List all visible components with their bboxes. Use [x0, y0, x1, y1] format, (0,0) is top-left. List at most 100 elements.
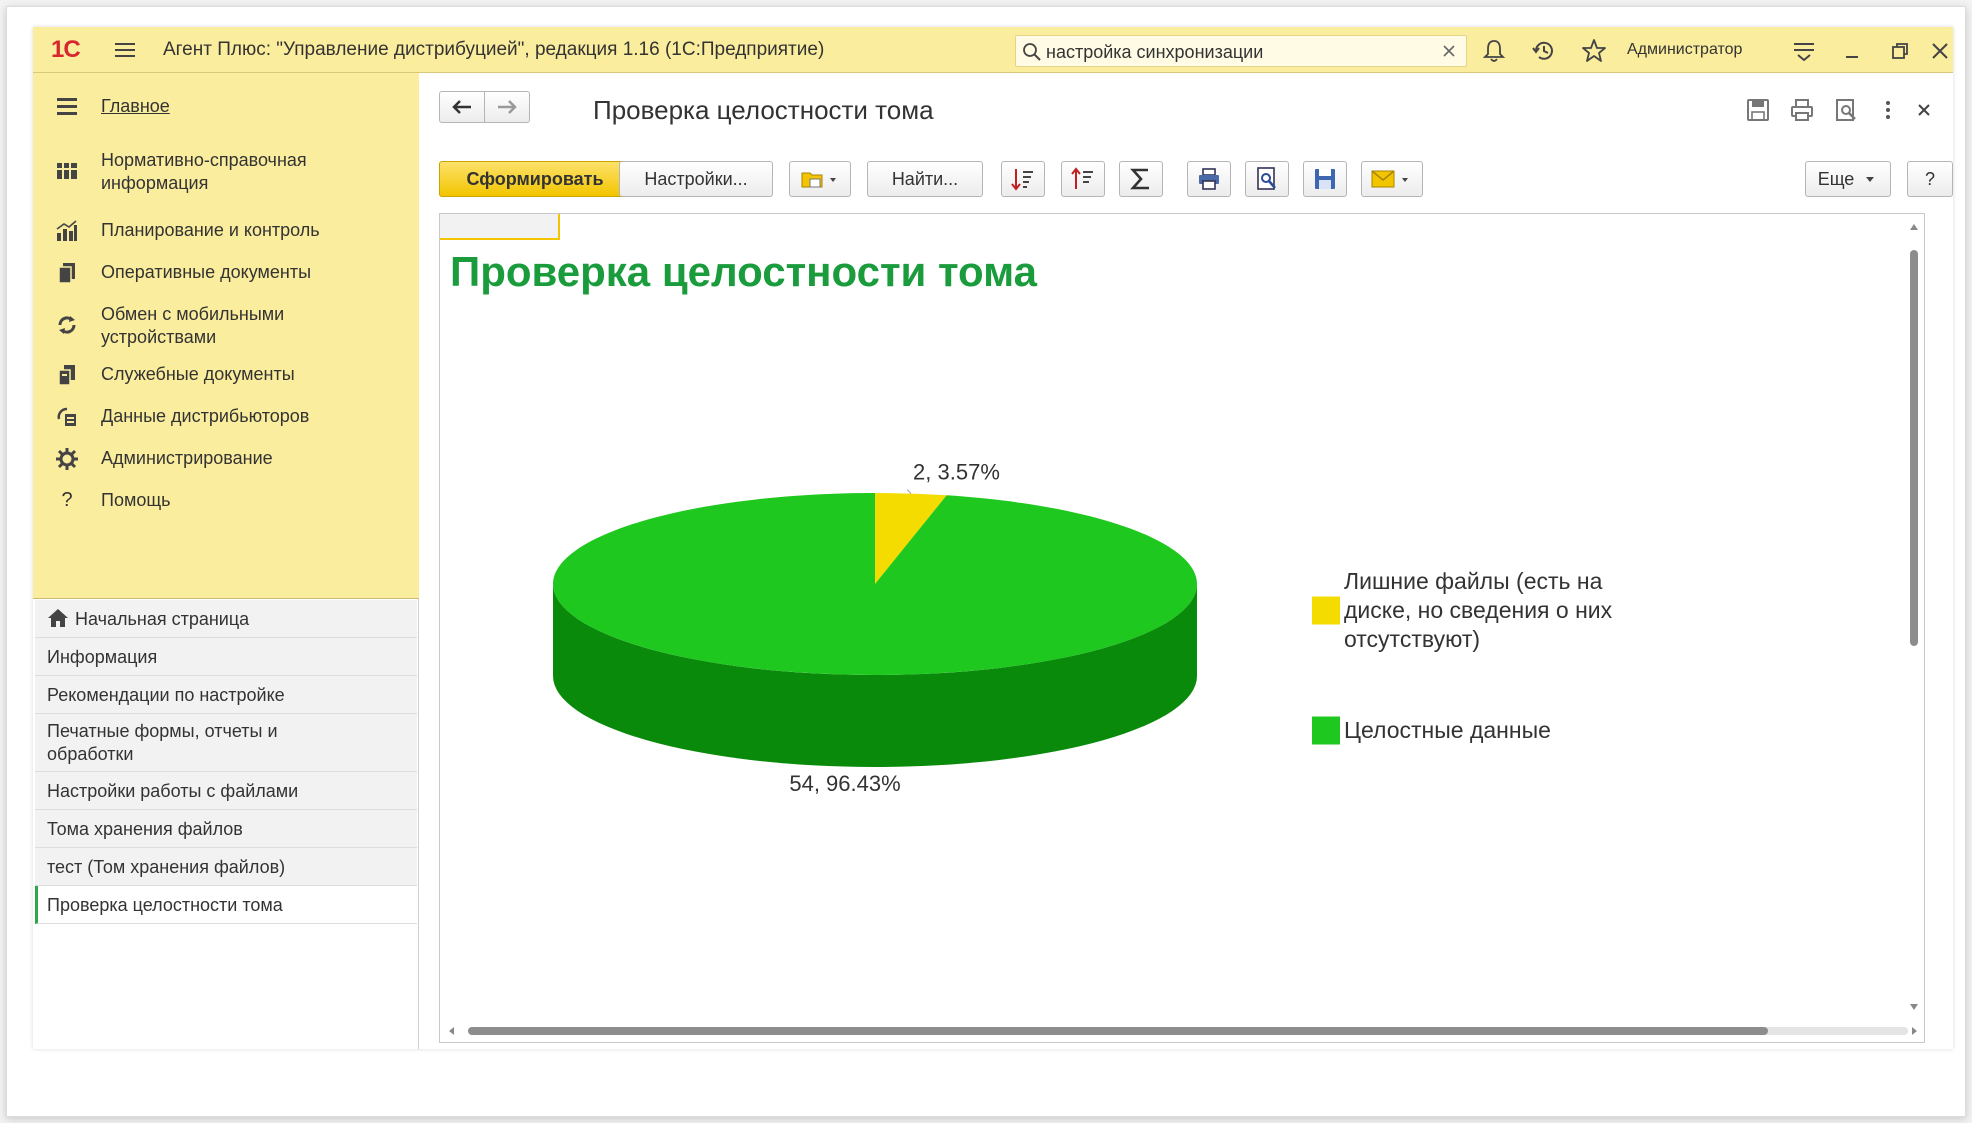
- nav-item-label: Начальная страница: [75, 609, 250, 629]
- more-button-label: Еще: [1817, 168, 1855, 189]
- save-icon[interactable]: [1745, 97, 1771, 123]
- help-button[interactable]: ?: [1907, 161, 1953, 197]
- app-title: Агент Плюс: "Управление дистрибуцией", р…: [163, 39, 825, 60]
- generate-button[interactable]: Сформировать: [439, 161, 631, 197]
- service-docs-icon: [55, 363, 79, 387]
- legend-swatch-0: [1312, 596, 1340, 625]
- nav-item-label: Тома хранения файлов: [47, 819, 243, 839]
- print-icon[interactable]: [1789, 97, 1815, 123]
- find-button[interactable]: Найти...: [867, 161, 983, 197]
- gear-icon: [55, 447, 79, 471]
- forward-button[interactable]: [484, 91, 530, 123]
- sort-desc-button[interactable]: [1001, 161, 1045, 197]
- section-main[interactable]: Главное: [33, 93, 419, 123]
- pie-chart: 2, 3.57% 54, 96.43% Лишние файлы (есть на…: [552, 460, 1613, 796]
- sort-desc-icon: [1011, 169, 1033, 191]
- print-button[interactable]: [1187, 161, 1231, 197]
- nav-item-storage-volumes[interactable]: Тома хранения файлов: [35, 810, 417, 848]
- printer-icon: [1199, 168, 1219, 190]
- menu-icon[interactable]: [113, 38, 137, 62]
- send-mail-button[interactable]: [1361, 161, 1423, 197]
- section-catalogs[interactable]: Нормативно-справочная информация: [33, 147, 419, 197]
- nav-item-information[interactable]: Информация: [35, 638, 417, 676]
- save-button[interactable]: [1303, 161, 1347, 197]
- nav-item-label: Настройки работы с файлами: [47, 781, 299, 801]
- section-label: Планирование и контроль: [101, 220, 320, 240]
- close-icon[interactable]: [1927, 38, 1953, 64]
- section-label: Служебные документы: [101, 364, 295, 384]
- print-preview-icon: [1257, 167, 1276, 190]
- vertical-scrollbar[interactable]: [1908, 222, 1920, 1012]
- sort-asc-button[interactable]: [1061, 161, 1105, 197]
- section-label: Нормативно-справочная информация: [101, 150, 307, 193]
- logo-1c: 1С: [51, 36, 81, 63]
- nav-item-label: тест (Том хранения файлов): [47, 857, 286, 877]
- nav-item-label: Проверка целостности тома: [47, 895, 283, 915]
- data-label-1: 54, 96.43%: [789, 771, 900, 796]
- preview-icon[interactable]: [1833, 97, 1859, 123]
- section-label: Главное: [101, 96, 170, 116]
- report-spreadsheet[interactable]: Проверка целостности тома 2, 3.57% 54, 96…: [439, 213, 1925, 1043]
- distributors-icon: [55, 405, 79, 429]
- star-icon[interactable]: [1581, 38, 1607, 64]
- back-button[interactable]: [439, 91, 485, 123]
- sync-icon: [55, 313, 79, 337]
- close-form-icon[interactable]: [1911, 97, 1937, 123]
- section-label: Администрирование: [101, 448, 273, 468]
- username[interactable]: Администратор: [1627, 41, 1742, 59]
- section-panel: Главное Нормативно-справочная информация…: [33, 73, 419, 599]
- search-icon: [1022, 42, 1042, 67]
- section-administration[interactable]: Администрирование: [33, 445, 419, 475]
- section-label: Оперативные документы: [101, 262, 312, 282]
- arrow-left-icon: [452, 100, 471, 114]
- nav-item-print-forms[interactable]: Печатные формы, отчеты и обработки: [35, 714, 417, 772]
- search-box[interactable]: [1015, 35, 1467, 67]
- app-window: 1С Агент Плюс: "Управление дистрибуцией"…: [33, 27, 1953, 1049]
- nav-item-home[interactable]: Начальная страница: [35, 600, 417, 638]
- nav-item-file-settings[interactable]: Настройки работы с файлами: [35, 772, 417, 810]
- preview-button[interactable]: [1245, 161, 1289, 197]
- more-button[interactable]: Еще: [1805, 161, 1891, 197]
- nav-item-recommendations[interactable]: Рекомендации по настройке: [35, 676, 417, 714]
- legend-label-0: диске, но сведения о них: [1344, 597, 1613, 623]
- sort-asc-icon: [1071, 167, 1093, 189]
- settings-button[interactable]: Настройки...: [619, 161, 773, 197]
- catalog-icon: [55, 159, 79, 183]
- settings-menu-icon[interactable]: [1791, 38, 1817, 64]
- pie-slice-1: [552, 493, 1197, 675]
- nav-item-label: Печатные формы, отчеты и обработки: [47, 721, 278, 764]
- chevron-down-icon: [1866, 177, 1875, 182]
- sum-button[interactable]: [1119, 161, 1163, 197]
- question-icon: ?: [61, 489, 73, 511]
- nav-item-integrity-check[interactable]: Проверка целостности тома: [35, 886, 417, 924]
- section-operational-docs[interactable]: Оперативные документы: [33, 259, 419, 289]
- minimize-icon[interactable]: [1839, 38, 1865, 64]
- section-planning[interactable]: Планирование и контроль: [33, 217, 419, 247]
- nav-item-test-volume[interactable]: тест (Том хранения файлов): [35, 848, 417, 886]
- floppy-icon: [1315, 169, 1335, 189]
- more-vertical-icon[interactable]: [1875, 97, 1901, 123]
- variant-dropdown-button[interactable]: [789, 161, 851, 197]
- menu-lines-icon: [55, 95, 79, 119]
- main-area: Проверка целостности тома Сформировать Н…: [421, 73, 1953, 1049]
- search-input[interactable]: [1046, 40, 1426, 64]
- sidebar: Главное Нормативно-справочная информация…: [33, 73, 419, 1049]
- bell-icon[interactable]: [1481, 38, 1507, 64]
- section-service-docs[interactable]: Служебные документы: [33, 361, 419, 391]
- history-icon[interactable]: [1531, 38, 1557, 64]
- restore-icon[interactable]: [1887, 38, 1913, 64]
- section-mobile-exchange[interactable]: Обмен с мобильными устройствами: [33, 301, 419, 351]
- legend-label-0: отсутствуют): [1344, 626, 1480, 652]
- arrow-right-icon: [498, 100, 517, 114]
- section-help[interactable]: ? Помощь: [33, 487, 419, 517]
- documents-icon: [55, 261, 79, 285]
- data-label-0: 2, 3.57%: [913, 460, 1000, 485]
- screenshot-frame: 1С Агент Плюс: "Управление дистрибуцией"…: [6, 6, 1966, 1117]
- clear-search-icon[interactable]: [1440, 42, 1458, 65]
- envelope-icon: [1371, 170, 1408, 188]
- bar-chart-icon: [55, 219, 79, 243]
- section-distributors[interactable]: Данные дистрибьюторов: [33, 403, 419, 433]
- legend-label-0: Лишние файлы (есть на: [1344, 568, 1603, 594]
- section-label: Обмен с мобильными устройствами: [101, 304, 285, 347]
- horizontal-scrollbar[interactable]: [448, 1024, 1918, 1038]
